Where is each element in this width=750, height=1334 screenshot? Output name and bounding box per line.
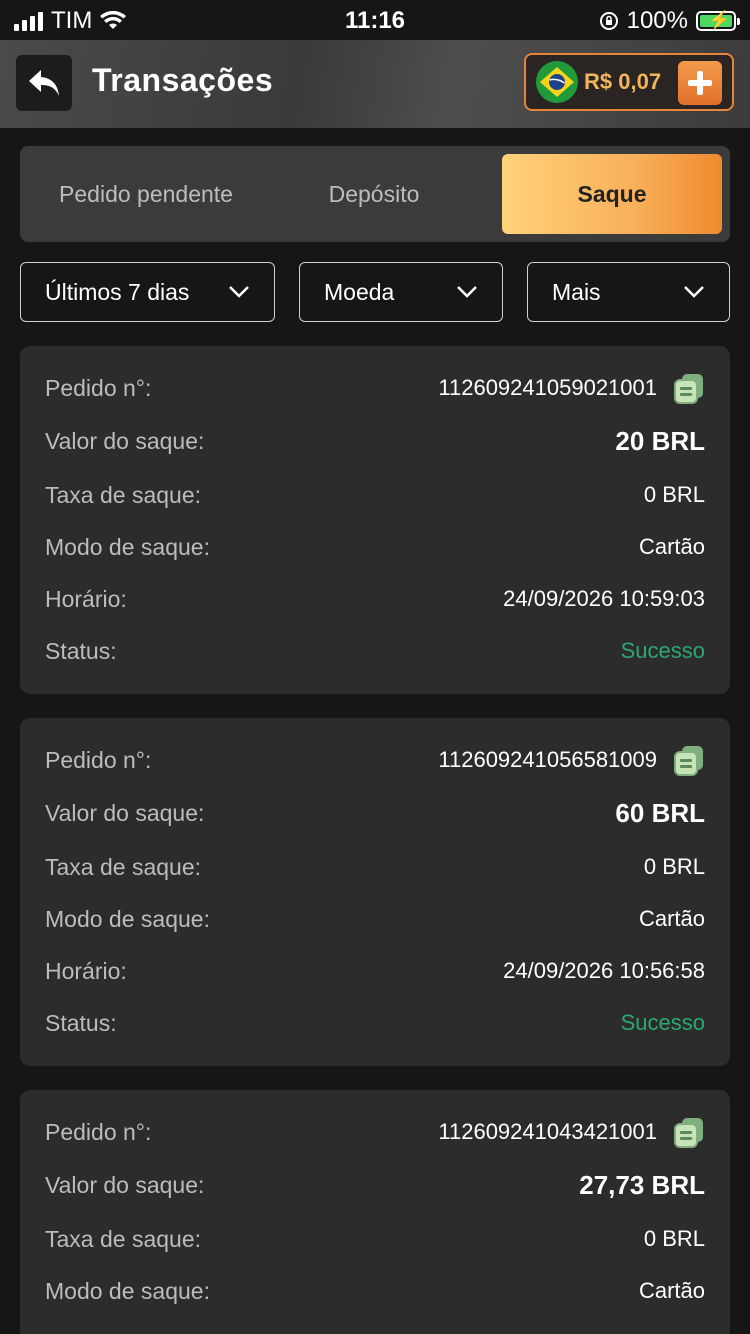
battery-icon: ⚡ xyxy=(696,10,740,31)
status-bar: TIM 11:16 100% ⚡ xyxy=(0,0,750,40)
tab-withdrawal[interactable]: Saque xyxy=(502,154,722,234)
fee-label: Taxa de saque: xyxy=(45,1225,202,1252)
order-label: Pedido n°: xyxy=(45,746,152,773)
transaction-card: Pedido n°: 112609241056581009 Valor do s… xyxy=(20,718,730,1066)
order-row: Pedido n°: 112609241059021001 xyxy=(45,368,705,408)
amount-value: 20 BRL xyxy=(615,425,705,456)
mode-value: Cartão xyxy=(638,534,705,559)
fee-row: Taxa de saque: 0 BRL xyxy=(45,1219,705,1259)
status-right: 100% ⚡ xyxy=(599,7,740,35)
fee-row: Taxa de saque: 0 BRL xyxy=(45,475,705,515)
status-row: Status: Sucesso xyxy=(45,1003,705,1043)
amount-label: Valor do saque: xyxy=(45,799,205,826)
time-row: Horário: 24/09/2026 10:59:03 xyxy=(45,579,705,619)
date-range-label: Últimos 7 dias xyxy=(45,278,190,305)
app-header: Transações R$ 0,07 xyxy=(0,40,750,128)
amount-value: 60 BRL xyxy=(615,797,705,828)
order-number: 112609241056581009 xyxy=(438,747,657,772)
mode-row: Modo de saque: Cartão xyxy=(45,899,705,939)
status-value: Sucesso xyxy=(620,638,705,663)
fee-label: Taxa de saque: xyxy=(45,853,202,880)
amount-row: Valor do saque: 20 BRL xyxy=(45,421,705,461)
mode-value: Cartão xyxy=(638,906,705,931)
mode-label: Modo de saque: xyxy=(45,533,210,560)
fee-label: Taxa de saque: xyxy=(45,481,202,508)
fee-row: Taxa de saque: 0 BRL xyxy=(45,847,705,887)
balance-value: R$ 0,07 xyxy=(584,69,662,94)
brazil-flag-icon xyxy=(536,61,578,103)
orientation-lock-icon xyxy=(599,12,618,30)
chevron-down-icon xyxy=(457,286,477,298)
status-value: Sucesso xyxy=(620,1010,705,1035)
mode-value: Cartão xyxy=(638,1278,705,1303)
tab-pending-order[interactable]: Pedido pendente xyxy=(28,154,264,234)
more-label: Mais xyxy=(552,278,601,305)
currency-label: Moeda xyxy=(324,278,395,305)
copy-icon[interactable] xyxy=(673,1116,705,1148)
time-value: 24/09/2026 10:56:58 xyxy=(503,958,705,983)
fee-value: 0 BRL xyxy=(643,482,705,507)
time-row: Horário: 24/09/2026 10:56:58 xyxy=(45,951,705,991)
tab-deposit[interactable]: Depósito xyxy=(256,154,492,234)
balance-widget[interactable]: R$ 0,07 xyxy=(524,53,734,111)
status-label: Status: xyxy=(45,637,117,664)
order-value: 112609241059021001 xyxy=(438,372,705,404)
battery-percent: 100% xyxy=(626,7,688,34)
time-value: 24/09/2026 10:59:03 xyxy=(503,586,705,611)
order-number: 112609241043421001 xyxy=(438,1119,657,1144)
order-label: Pedido n°: xyxy=(45,374,152,401)
chevron-down-icon xyxy=(684,286,704,298)
amount-label: Valor do saque: xyxy=(45,1171,205,1198)
mode-row: Modo de saque: Cartão xyxy=(45,1271,705,1311)
order-row: Pedido n°: 112609241056581009 xyxy=(45,740,705,780)
order-number: 112609241059021001 xyxy=(438,375,657,400)
order-value: 112609241056581009 xyxy=(438,744,705,776)
time-label: Horário: xyxy=(45,957,127,984)
chevron-down-icon xyxy=(229,286,249,298)
amount-value: 27,73 BRL xyxy=(579,1169,705,1200)
order-value: 112609241043421001 xyxy=(438,1116,705,1148)
filter-bar: Últimos 7 dias Moeda Mais xyxy=(20,262,730,322)
mode-row: Modo de saque: Cartão xyxy=(45,527,705,567)
back-button[interactable] xyxy=(16,55,72,111)
transaction-card: Pedido n°: 112609241043421001 Valor do s… xyxy=(20,1090,730,1334)
plus-icon xyxy=(688,71,712,95)
time-label: Horário: xyxy=(45,585,127,612)
status-label: Status: xyxy=(45,1009,117,1036)
transaction-card: Pedido n°: 112609241059021001 Valor do s… xyxy=(20,346,730,694)
fee-value: 0 BRL xyxy=(643,854,705,879)
currency-dropdown[interactable]: Moeda xyxy=(299,262,503,322)
order-row: Pedido n°: 112609241043421001 xyxy=(45,1112,705,1152)
copy-icon[interactable] xyxy=(673,372,705,404)
transaction-tabs: Pedido pendente Depósito Saque xyxy=(20,146,730,242)
date-range-dropdown[interactable]: Últimos 7 dias xyxy=(20,262,275,322)
page-title: Transações xyxy=(92,62,274,98)
amount-row: Valor do saque: 60 BRL xyxy=(45,793,705,833)
mode-label: Modo de saque: xyxy=(45,1277,210,1304)
back-arrow-icon xyxy=(29,70,59,96)
mode-label: Modo de saque: xyxy=(45,905,210,932)
copy-icon[interactable] xyxy=(673,744,705,776)
amount-label: Valor do saque: xyxy=(45,427,205,454)
more-dropdown[interactable]: Mais xyxy=(527,262,730,322)
amount-row: Valor do saque: 27,73 BRL xyxy=(45,1165,705,1205)
status-row: Status: Sucesso xyxy=(45,631,705,671)
order-label: Pedido n°: xyxy=(45,1118,152,1145)
deposit-plus-button[interactable] xyxy=(678,61,722,105)
fee-value: 0 BRL xyxy=(643,1226,705,1251)
